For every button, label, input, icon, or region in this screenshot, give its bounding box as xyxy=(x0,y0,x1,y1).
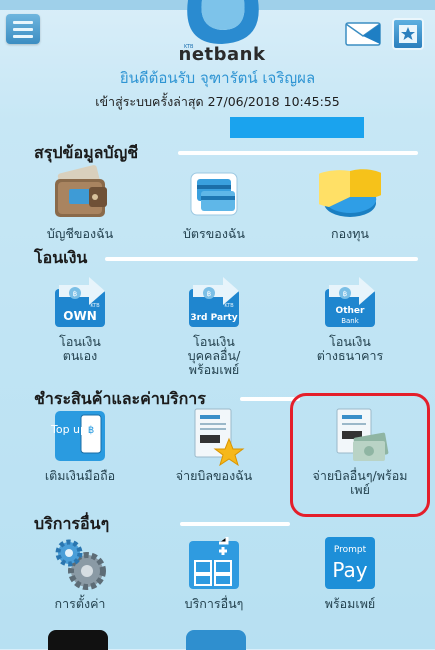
tile-transfer-third-party[interactable]: ฿ KTB 3rd Party โอนเงิน บุคคลอื่น/ พร้อม… xyxy=(154,271,274,377)
svg-text:฿: ฿ xyxy=(343,290,347,298)
tile-my-accounts[interactable]: บัญชีของฉัน xyxy=(20,163,140,241)
my-bill-icon xyxy=(183,405,245,467)
pie-chart-icon xyxy=(304,163,391,225)
section-divider xyxy=(178,151,418,155)
svg-text:฿: ฿ xyxy=(88,425,94,436)
settings-gears-icon xyxy=(49,533,111,595)
tile-label: บัญชีของฉัน xyxy=(46,226,114,241)
menu-icon xyxy=(13,20,33,24)
partial-tile-icon xyxy=(48,630,108,650)
section-divider xyxy=(180,522,290,526)
last-login-label: เข้าสู่ระบบครั้งล่าสุด xyxy=(95,94,204,109)
tile-promptpay[interactable]: Prompt Pay พร้อมเพย์ xyxy=(290,533,410,611)
partial-tile-icon xyxy=(186,630,246,650)
tile-label: โอนเงิน ตนเอง xyxy=(59,334,101,363)
tile-funds[interactable]: กองทุน xyxy=(290,163,410,241)
brand-name: netbank xyxy=(178,44,266,65)
icon-text: OWN xyxy=(63,309,96,323)
info-bar xyxy=(230,117,364,138)
tile-settings[interactable]: การตั้งค่า xyxy=(20,533,140,611)
welcome-message: ยินดีต้อนรับ จุฑารัตน์ เจริญผล xyxy=(119,69,316,87)
transfer-third-party-icon: ฿ KTB 3rd Party xyxy=(183,271,245,333)
tile-label: กองทุน xyxy=(331,226,369,241)
svg-text:฿: ฿ xyxy=(207,290,211,298)
tile-topup[interactable]: Top up ฿ เติมเงินมือถือ xyxy=(20,405,140,483)
last-login: เข้าสู่ระบบครั้งล่าสุด 27/06/2018 10:45:… xyxy=(0,92,435,112)
promptpay-icon: Prompt Pay xyxy=(319,533,381,595)
icon-text: Other xyxy=(336,306,365,316)
tile-my-bills[interactable]: จ่ายบิลของฉัน xyxy=(154,405,274,483)
logo-swoosh-icon xyxy=(187,0,259,44)
more-services-icon xyxy=(183,533,245,595)
section-header-other-services: บริการอื่นๆ xyxy=(34,513,110,533)
tile-label: การตั้งค่า xyxy=(54,596,106,611)
tile-label: โอนเงิน บุคคลอื่น/ พร้อมเพย์ xyxy=(187,334,241,377)
icon-text: Top up xyxy=(50,423,87,436)
wallet-icon xyxy=(49,163,111,225)
favorite-button[interactable] xyxy=(392,18,424,50)
icon-sub-label: KTB xyxy=(224,303,234,309)
tile-label: พร้อมเพย์ xyxy=(324,596,376,611)
icon-sub-label: Pay xyxy=(332,558,367,582)
tile-label: เติมเงินมือถือ xyxy=(44,468,116,483)
highlight-box xyxy=(290,393,430,517)
section-header-transfer: โอนเงิน xyxy=(34,247,88,267)
netbank-logo: KTB netbank xyxy=(178,0,266,65)
tile-transfer-other-bank[interactable]: ฿ Other Bank โอนเงิน ต่างธนาคาร xyxy=(290,271,410,363)
mail-button[interactable] xyxy=(345,22,381,46)
tile-my-cards[interactable]: บัตรของฉัน xyxy=(154,163,274,241)
section-divider xyxy=(105,257,418,261)
svg-text:฿: ฿ xyxy=(73,290,77,298)
icon-text: 3rd Party xyxy=(190,313,237,323)
mail-icon xyxy=(345,22,381,46)
section-header-account-summary: สรุปข้อมูลบัญชี xyxy=(34,142,139,162)
tile-label: บริการอื่นๆ xyxy=(184,596,244,611)
transfer-other-bank-icon: ฿ Other Bank xyxy=(319,271,381,333)
tile-transfer-own[interactable]: ฿ KTB OWN โอนเงิน ตนเอง xyxy=(20,271,140,363)
cards-icon xyxy=(183,163,245,225)
transfer-own-icon: ฿ KTB OWN xyxy=(49,271,111,333)
menu-button[interactable] xyxy=(6,14,40,44)
tile-label: จ่ายบิลของฉัน xyxy=(175,468,253,483)
last-login-time: 27/06/2018 10:45:55 xyxy=(207,94,340,109)
topup-icon: Top up ฿ xyxy=(49,405,111,467)
star-icon xyxy=(399,25,417,43)
icon-text: Prompt xyxy=(334,545,367,555)
icon-sub-label: Bank xyxy=(341,317,360,325)
tile-label: บัตรของฉัน xyxy=(183,226,245,241)
tile-more-services[interactable]: บริการอื่นๆ xyxy=(154,533,274,611)
tile-label: โอนเงิน ต่างธนาคาร xyxy=(316,334,384,363)
